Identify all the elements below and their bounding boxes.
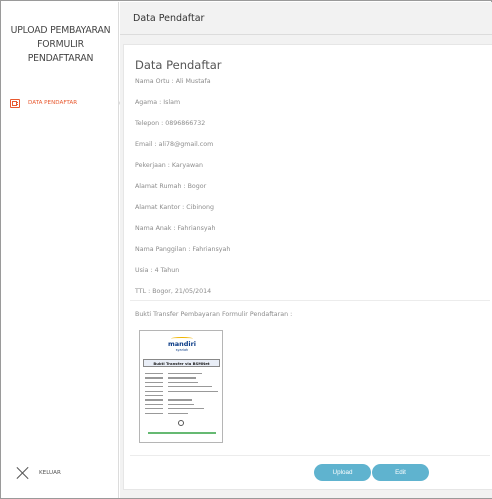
- receipt-status-icon: [178, 420, 184, 426]
- close-icon: [16, 466, 30, 480]
- field-alamat-rumah: Alamat Rumah : Bogor: [135, 183, 207, 190]
- main-content: Data Pendaftar Data Pendaftar Nama Ortu …: [120, 2, 492, 498]
- field-email: Email : ali78@gmail.com: [135, 141, 214, 148]
- divider: [130, 455, 490, 456]
- app-window: UPLOAD PEMBAYARAN FORMULIR PENDAFTARAN D…: [0, 0, 492, 499]
- page-title: Data Pendaftar: [133, 13, 205, 24]
- transfer-receipt-image[interactable]: mandiri syariah Bukti Transfer via BSMNe…: [139, 330, 223, 443]
- field-nama-panggilan: Nama Panggilan : Fahriansyah: [135, 246, 231, 253]
- field-alamat-kantor: Alamat Kantor : Cibinong: [135, 204, 215, 211]
- field-usia: Usia : 4 Tahun: [135, 267, 180, 274]
- field-pekerjaan: Pekerjaan : Karyawan: [135, 162, 203, 169]
- field-telepon: Telepon : 0896866732: [135, 120, 206, 127]
- sidebar: UPLOAD PEMBAYARAN FORMULIR PENDAFTARAN D…: [2, 2, 126, 498]
- bukti-transfer-label: Bukti Transfer Pembayaran Formulir Penda…: [135, 311, 293, 318]
- page-header: Data Pendaftar: [120, 2, 492, 35]
- sidebar-title-line-3: PENDAFTARAN: [27, 53, 94, 64]
- edit-button[interactable]: Edit: [372, 464, 429, 481]
- card-title: Data Pendaftar: [135, 58, 222, 72]
- sidebar-item-data-pendaftar[interactable]: DATA PENDAFTAR: [10, 97, 119, 109]
- field-agama: Agama : Islam: [135, 99, 181, 106]
- bank-logo: mandiri syariah: [140, 337, 224, 352]
- upload-button[interactable]: Upload: [314, 464, 371, 481]
- sidebar-item-label: DATA PENDAFTAR: [28, 100, 78, 106]
- detail-card: Data Pendaftar Nama Ortu : Ali Mustafa A…: [123, 44, 492, 490]
- bank-logo-sub: syariah: [175, 348, 189, 352]
- sidebar-title-line-1: UPLOAD PEMBAYARAN: [10, 25, 111, 36]
- sidebar-title-line-2: FORMULIR: [37, 39, 84, 50]
- logout-label: KELUAR: [39, 470, 61, 476]
- receipt-details: [145, 372, 221, 416]
- id-card-icon: [10, 98, 20, 108]
- logout-button[interactable]: KELUAR: [16, 466, 61, 480]
- divider: [130, 300, 490, 301]
- field-ttl: TTL : Bogor, 21/05/2014: [135, 288, 212, 295]
- receipt-heading: Bukti Transfer via BSMNet: [143, 359, 220, 367]
- receipt-footer: [148, 432, 216, 434]
- field-nama-anak: Nama Anak : Fahriansyah: [135, 225, 216, 232]
- bank-logo-name: mandiri: [167, 340, 197, 348]
- field-nama-ortu: Nama Ortu : Ali Mustafa: [135, 78, 211, 85]
- sidebar-title: UPLOAD PEMBAYARAN FORMULIR PENDAFTARAN: [2, 24, 119, 66]
